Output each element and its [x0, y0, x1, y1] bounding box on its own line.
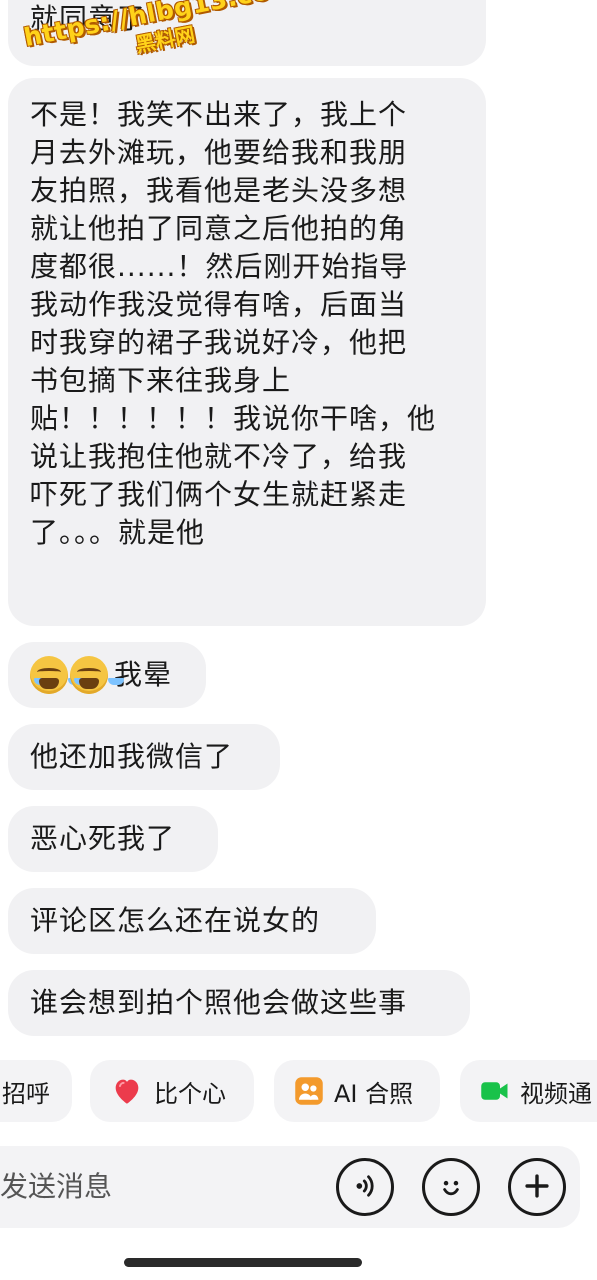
- quick-action-label: 比个心: [154, 1079, 226, 1108]
- message-line: 吓死了我们俩个女生就赶紧走: [30, 478, 408, 511]
- home-indicator[interactable]: [124, 1258, 362, 1267]
- message-bubble[interactable]: 我晕: [8, 642, 206, 708]
- video-call-icon: [480, 1076, 510, 1106]
- message-text: 恶心死我了: [30, 822, 176, 855]
- message-line: 度都很......！然后刚开始指导: [30, 250, 409, 283]
- quick-action-label: AI 合照: [334, 1079, 414, 1108]
- emoji-icon: [434, 1169, 468, 1206]
- message-bubble[interactable]: 恶心死我了: [8, 806, 218, 872]
- quick-action-video-call[interactable]: 视频通: [460, 1060, 597, 1122]
- plus-button[interactable]: [508, 1158, 566, 1216]
- message-line: 了。。。就是他: [30, 516, 206, 549]
- message-bubble[interactable]: 他还加我微信了: [8, 724, 280, 790]
- quick-action-label: 招呼: [2, 1079, 50, 1108]
- quick-action-greet[interactable]: 招呼: [0, 1060, 72, 1122]
- chat-screen: https://hlbg13.com 黑料网 就同意了 不是！我笑不出来了，我上…: [0, 0, 597, 1280]
- quick-action-heart[interactable]: 比个心: [90, 1060, 254, 1122]
- message-line: 我动作我没觉得有啥，后面当: [30, 288, 408, 321]
- weary-crying-face-icon: [70, 656, 108, 694]
- voice-button[interactable]: [336, 1158, 394, 1216]
- message-line: 月去外滩玩，他要给我和我朋: [30, 136, 408, 169]
- message-line: 时我穿的裙子我说好冷，他把: [30, 326, 408, 359]
- message-line: 不是！我笑不出来了，我上个: [30, 98, 408, 131]
- message-line: 友拍照，我看他是老头没多想: [30, 174, 408, 207]
- quick-action-ai-photo[interactable]: AI 合照: [274, 1060, 440, 1122]
- message-text: 谁会想到拍个照他会做这些事: [30, 986, 408, 1019]
- emoji-button[interactable]: [422, 1158, 480, 1216]
- weary-crying-face-icon: [30, 656, 68, 694]
- message-bubble[interactable]: 评论区怎么还在说女的: [8, 888, 376, 954]
- message-bubble[interactable]: 不是！我笑不出来了，我上个 月去外滩玩，他要给我和我朋 友拍照，我看他是老头没多…: [8, 78, 486, 626]
- message-bubble[interactable]: 谁会想到拍个照他会做这些事: [8, 970, 470, 1036]
- message-line: 就让他拍了同意之后他拍的角: [30, 212, 408, 245]
- message-line: 书包摘下来往我身上: [30, 364, 292, 397]
- message-input-bar: 发送消息: [0, 1142, 597, 1232]
- message-text: 他还加我微信了: [30, 740, 234, 773]
- heart-icon: [110, 1074, 144, 1108]
- message-text: 评论区怎么还在说女的: [30, 904, 321, 937]
- message-input-placeholder: 发送消息: [0, 1170, 113, 1203]
- message-line: 说让我抱住他就不冷了，给我: [30, 440, 408, 473]
- ai-photo-icon: [294, 1076, 324, 1106]
- quick-action-label: 视频通: [520, 1079, 592, 1108]
- message-line: 贴！！！！！！我说你干啥，他: [30, 402, 437, 435]
- plus-icon: [520, 1169, 554, 1206]
- message-text: 我晕: [114, 658, 173, 691]
- voice-icon: [348, 1169, 382, 1206]
